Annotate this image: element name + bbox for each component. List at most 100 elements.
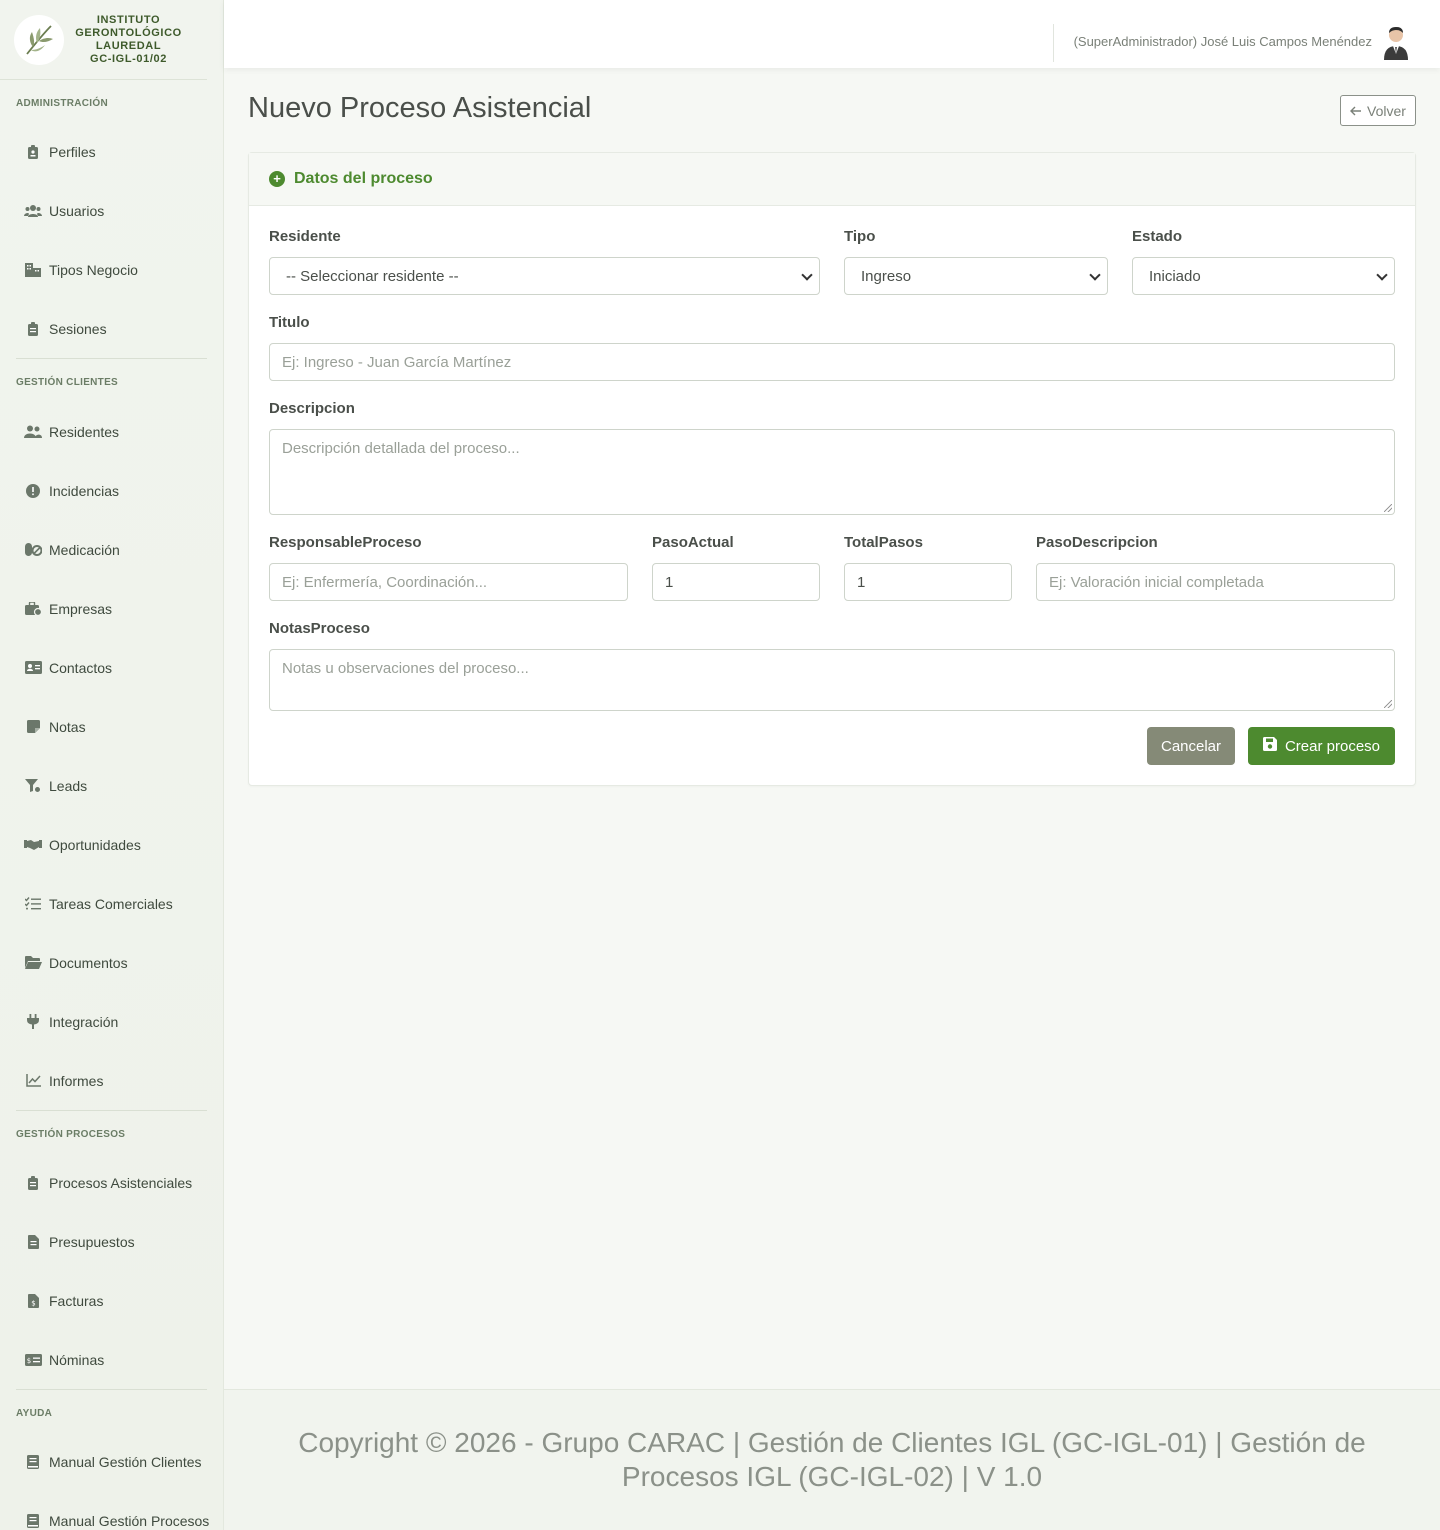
responsable-input[interactable]: Ej: Enfermería, Coordinación... (269, 563, 628, 601)
svg-text:$: $ (26, 1357, 30, 1365)
titulo-input[interactable]: Ej: Ingreso - Juan García Martínez (269, 343, 1395, 381)
sidebar-item-procesos-asistenciales[interactable]: Procesos Asistenciales (0, 1153, 223, 1212)
brand-logo (14, 14, 64, 65)
sidebar-item-tareas-comerciales[interactable]: Tareas Comerciales (0, 874, 223, 933)
sidebar-item-incidencias[interactable]: Incidencias (0, 461, 223, 520)
plug-icon (24, 1014, 42, 1030)
sidebar-item-oportunidades[interactable]: Oportunidades (0, 815, 223, 874)
sidebar-item-notas[interactable]: Notas (0, 697, 223, 756)
paso-descripcion-input[interactable]: Ej: Valoración inicial completada (1036, 563, 1395, 601)
notas-label: NotasProceso (269, 620, 370, 637)
briefcase-icon (24, 601, 42, 617)
responsable-label: ResponsableProceso (269, 534, 422, 551)
id-badge-icon (24, 144, 42, 160)
sidebar-item-label: Sesiones (49, 320, 107, 337)
sidebar-item-label: Integración (49, 1013, 119, 1030)
create-process-button[interactable]: Crear proceso (1248, 727, 1395, 765)
note-icon (24, 719, 42, 735)
sidebar-item-usuarios[interactable]: Usuarios (0, 181, 223, 240)
sidebar-item-empresas[interactable]: Empresas (0, 579, 223, 638)
sidebar-item-label: Usuarios (49, 202, 105, 219)
chart-line-icon (24, 1073, 42, 1089)
back-button-label: Volver (1367, 102, 1406, 119)
total-pasos-label: TotalPasos (844, 534, 923, 551)
book-icon (24, 1454, 42, 1470)
sidebar-item-label: Empresas (49, 600, 113, 617)
topbar: (SuperAdministrador) José Luis Campos Me… (224, 0, 1440, 68)
sidebar-item-label: Notas (49, 718, 86, 735)
pills-icon (24, 542, 42, 558)
descripcion-textarea[interactable]: Descripción detallada del proceso... (269, 429, 1395, 515)
sidebar-item-medicacion[interactable]: Medicación (0, 520, 223, 579)
users-icon (24, 203, 42, 219)
card-header: + Datos del proceso (249, 153, 1415, 206)
create-process-label: Crear proceso (1284, 737, 1381, 755)
brand-text: INSTITUTO GERONTOLÓGICO LAUREDAL GC-IGL-… (75, 13, 182, 65)
sidebar-item-contactos[interactable]: Contactos (0, 638, 223, 697)
clipboard-icon (24, 321, 42, 337)
user-group-icon (24, 424, 42, 440)
sidebar-item-label: Manual Gestión Procesos (49, 1512, 210, 1529)
sidebar-item-tipos-negocio[interactable]: Tipos Negocio (0, 240, 223, 299)
sidebar-item-label: Nóminas (49, 1351, 105, 1368)
sidebar-item-label: Manual Gestión Clientes (49, 1453, 202, 1470)
sidebar-item-facturas[interactable]: $ Facturas (0, 1271, 223, 1330)
address-card-icon (24, 660, 42, 676)
plus-circle-icon: + (269, 171, 285, 187)
svg-text:$: $ (31, 1299, 35, 1307)
file-dollar-icon: $ (24, 1293, 42, 1309)
sidebar-item-manual-clientes[interactable]: Manual Gestión Clientes (0, 1432, 223, 1491)
descripcion-label: Descripcion (269, 400, 355, 417)
sidebar-item-label: Presupuestos (49, 1233, 135, 1250)
file-invoice-icon (24, 1234, 42, 1250)
residente-label: Residente (269, 228, 341, 245)
sidebar-item-residentes[interactable]: Residentes (0, 402, 223, 461)
section-title-gestion-procesos: GESTIÓN PROCESOS (16, 1129, 126, 1140)
sidebar-item-label: Informes (49, 1072, 104, 1089)
sidebar-item-perfiles[interactable]: Perfiles (0, 122, 223, 181)
sidebar-item-label: Perfiles (49, 143, 96, 160)
sidebar: INSTITUTO GERONTOLÓGICO LAUREDAL GC-IGL-… (0, 0, 224, 1530)
sidebar-item-informes[interactable]: Informes (0, 1051, 223, 1110)
notas-textarea[interactable]: Notas u observaciones del proceso... (269, 649, 1395, 711)
tipo-label: Tipo (844, 228, 876, 245)
footer: Copyright © 2026 - Grupo CARAC | Gestión… (224, 1389, 1440, 1530)
section-title-ayuda: AYUDA (16, 1408, 53, 1419)
sidebar-item-presupuestos[interactable]: Presupuestos (0, 1212, 223, 1271)
book-icon (24, 1513, 42, 1529)
avatar[interactable] (1380, 24, 1412, 60)
footer-copyright: Copyright © 2026 - Grupo CARAC | Gestión… (298, 1427, 1366, 1492)
sidebar-item-nominas[interactable]: $ Nóminas (0, 1330, 223, 1389)
sidebar-item-label: Medicación (49, 541, 120, 558)
sidebar-item-label: Contactos (49, 659, 113, 676)
residente-select[interactable]: -- Seleccionar residente -- (269, 257, 820, 295)
brand[interactable]: INSTITUTO GERONTOLÓGICO LAUREDAL GC-IGL-… (0, 0, 207, 80)
handshake-icon (24, 837, 42, 853)
sidebar-item-label: Tareas Comerciales (49, 895, 173, 912)
list-check-icon (24, 896, 42, 912)
sidebar-item-label: Procesos Asistenciales (49, 1174, 193, 1191)
estado-select[interactable]: Iniciado (1132, 257, 1395, 295)
titulo-label: Titulo (269, 314, 310, 331)
sidebar-item-label: Leads (49, 777, 88, 794)
funnel-icon (24, 778, 42, 794)
paso-actual-label: PasoActual (652, 534, 734, 551)
page-title: Nuevo Proceso Asistencial (248, 92, 592, 124)
paso-actual-input[interactable]: 1 (652, 563, 820, 601)
sidebar-item-integracion[interactable]: Integración (0, 992, 223, 1051)
sidebar-item-leads[interactable]: Leads (0, 756, 223, 815)
total-pasos-input[interactable]: 1 (844, 563, 1012, 601)
user-name[interactable]: (SuperAdministrador) José Luis Campos Me… (1074, 34, 1372, 49)
building-icon (24, 262, 42, 278)
sidebar-item-sesiones[interactable]: Sesiones (0, 299, 223, 358)
tipo-select[interactable]: Ingreso (844, 257, 1108, 295)
arrow-left-icon (1350, 103, 1362, 119)
save-icon (1262, 737, 1277, 755)
sidebar-item-label: Incidencias (49, 482, 120, 499)
sidebar-item-documentos[interactable]: Documentos (0, 933, 223, 992)
back-button[interactable]: Volver (1340, 95, 1416, 126)
cancel-button[interactable]: Cancelar (1147, 727, 1235, 765)
sidebar-item-label: Facturas (49, 1292, 104, 1309)
sidebar-item-label: Oportunidades (49, 836, 141, 853)
sidebar-item-manual-procesos[interactable]: Manual Gestión Procesos (0, 1491, 223, 1530)
